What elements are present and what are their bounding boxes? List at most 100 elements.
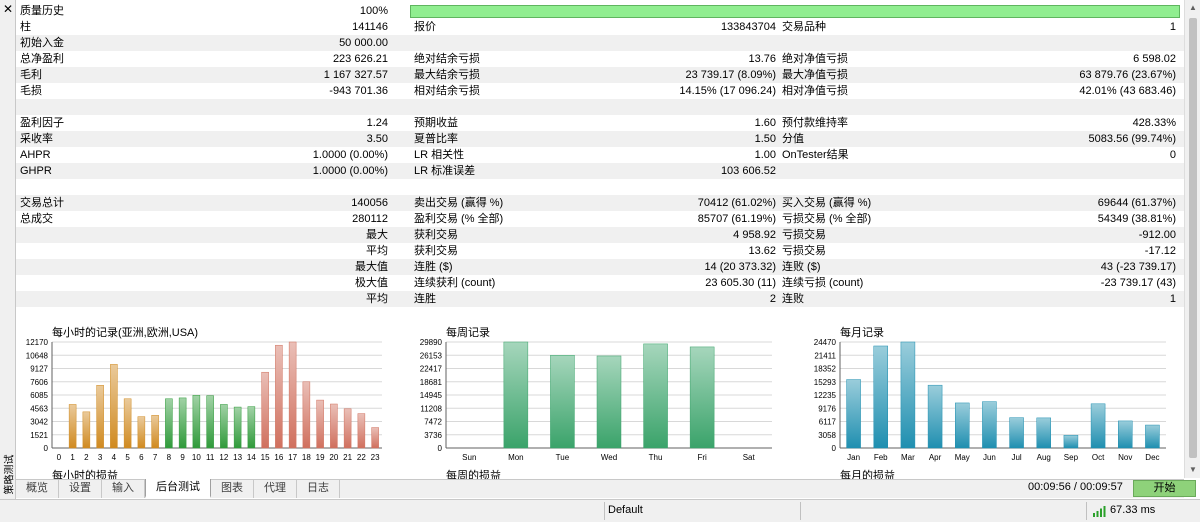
x-tick-label: Mar <box>901 453 915 462</box>
x-tick-label: 0 <box>57 453 62 462</box>
bar <box>233 406 242 449</box>
x-tick-label: Fri <box>697 453 707 462</box>
bar <box>178 397 187 449</box>
bar <box>343 408 352 449</box>
scroll-thumb[interactable] <box>1189 18 1197 458</box>
quality-bar <box>410 4 1180 18</box>
quality-label: 质量历史 <box>20 5 64 17</box>
x-tick-label: 8 <box>167 453 172 462</box>
bar <box>643 343 668 449</box>
tab-item[interactable]: 图表 <box>211 480 254 498</box>
quality-row: 质量历史 100% <box>16 3 1184 19</box>
stat-label: 分值 <box>782 133 804 145</box>
stat-value: 280112 <box>352 213 388 225</box>
x-tick-label: 19 <box>316 453 325 462</box>
x-tick-label: 4 <box>112 453 117 462</box>
stat-label: 连败 <box>782 293 804 305</box>
elapsed-timer: 00:09:56 / 00:09:57 <box>1028 481 1123 493</box>
stat-label: 预付款维持率 <box>782 117 848 129</box>
start-button[interactable]: 开始 <box>1133 480 1196 497</box>
stat-value: -23 739.17 (43) <box>1100 277 1176 289</box>
spacer-row <box>16 179 1184 195</box>
x-tick-label: Jun <box>983 453 996 462</box>
stat-value: 85707 (61.19%) <box>697 213 776 225</box>
stat-value: -17.12 <box>1144 245 1176 257</box>
close-icon[interactable]: ✕ <box>3 3 13 15</box>
y-tick-label: 0 <box>44 444 49 453</box>
stat-label: 交易总计 <box>20 197 64 209</box>
y-tick-label: 0 <box>832 444 837 453</box>
panel-title: 策略测试 <box>4 454 16 494</box>
profile-name[interactable]: Default <box>608 504 643 516</box>
tab-bar: 概览 设置 输入 后台测试 图表 代理 日志 <box>16 479 1184 498</box>
stat-label: 夏普比率 <box>414 133 458 145</box>
x-tick-label: 1 <box>70 453 75 462</box>
bar <box>288 341 297 449</box>
stat-label: 相对结余亏损 <box>414 85 480 97</box>
stat-value: -943 701.36 <box>329 85 388 97</box>
stats-row: GHPR 1.0000 (0.00%) LR 标准误差 103 606.52 <box>16 163 1184 179</box>
stat-label: 初始入金 <box>20 37 64 49</box>
bar <box>503 341 529 449</box>
chart-canvas: 29890 26153 22417 18681 14945 11208 7472 3736 0 S… <box>420 338 772 462</box>
y-tick-label: 9127 <box>30 365 48 374</box>
stats-row: 毛利 1 167 327.57 最大结余亏损 23 739.17 (8.09%) 最大净… <box>16 67 1184 83</box>
stat-value: 69644 (61.37%) <box>1097 197 1176 209</box>
y-tick-label: 3736 <box>424 431 442 440</box>
vertical-scrollbar[interactable]: ▲ ▼ <box>1184 0 1200 478</box>
y-tick-label: 7606 <box>30 378 48 387</box>
stat-value: 1.24 <box>366 117 388 129</box>
stat-label: 连胜 ($) <box>414 261 453 273</box>
stat-label: LR 标准误差 <box>414 165 476 177</box>
bar <box>137 416 146 449</box>
stat-label: 报价 <box>414 21 436 33</box>
stats-row: 最大值 连胜 ($) 14 (20 373.32) 连败 ($) 43 (-23 739… <box>16 259 1184 275</box>
panel-title-vertical: 策略测试 <box>0 450 16 498</box>
stat-value: -912.00 <box>1138 229 1176 241</box>
bar <box>1036 417 1051 449</box>
y-tick-label: 29890 <box>420 338 443 347</box>
scroll-up-icon[interactable]: ▲ <box>1185 0 1200 16</box>
x-tick-label: Nov <box>1118 453 1132 462</box>
stat-label: 交易品种 <box>782 21 826 33</box>
x-tick-label: 7 <box>153 453 158 462</box>
scroll-down-icon[interactable]: ▼ <box>1185 462 1200 478</box>
x-tick-label: Oct <box>1092 453 1105 462</box>
bar <box>846 379 861 449</box>
hourly-chart: 每小时的记录(亚洲,欧洲,USA) 每小时的损益 12170 10648 9127 7… <box>16 322 396 482</box>
stat-value: 1.0000 (0.00%) <box>312 149 388 161</box>
tab-item[interactable]: 设置 <box>59 480 102 498</box>
bar <box>982 401 997 449</box>
stat-value: 14.15% (17 096.24) <box>679 85 776 97</box>
tab-item[interactable]: 代理 <box>254 480 297 498</box>
stats-row: 平均 获利交易 13.62 亏损交易 -17.12 <box>16 243 1184 259</box>
y-tick-label: 3058 <box>818 431 836 440</box>
spacer-row <box>16 99 1184 115</box>
tab-item[interactable]: 日志 <box>297 480 340 498</box>
y-tick-label: 7472 <box>424 418 442 427</box>
stat-label: 连胜 <box>414 293 436 305</box>
bar <box>110 364 118 449</box>
spacer-row <box>16 307 1184 323</box>
stat-value: 14 (20 373.32) <box>704 261 776 273</box>
stats-row: 采收率 3.50 夏普比率 1.50 分值 5083.56 (99.74%) <box>16 131 1184 147</box>
bar <box>220 404 228 449</box>
bar <box>316 399 324 449</box>
tab-item[interactable]: 后台测试 <box>145 479 211 498</box>
chart-canvas: 24470 21411 18352 15293 12235 9176 6117 3058 0 Ja… <box>814 338 1166 462</box>
tab-item[interactable]: 概览 <box>16 480 59 498</box>
stat-value: 42.01% (43 683.46) <box>1079 85 1176 97</box>
tab-item[interactable]: 输入 <box>102 480 145 498</box>
stat-label: 总成交 <box>20 213 53 225</box>
side-panel-strip: ✕ 策略测试 <box>0 0 16 500</box>
bar <box>1009 417 1024 449</box>
x-tick-label: 12 <box>219 453 228 462</box>
stat-value: 23 739.17 (8.09%) <box>685 69 776 81</box>
stat-value: 70412 (61.02%) <box>697 197 776 209</box>
x-tick-label: 16 <box>274 453 283 462</box>
y-tick-label: 4563 <box>30 404 48 413</box>
stat-label: AHPR <box>20 149 51 161</box>
bar <box>689 346 715 449</box>
x-tick-label: Jul <box>1011 453 1021 462</box>
bar <box>302 381 311 449</box>
